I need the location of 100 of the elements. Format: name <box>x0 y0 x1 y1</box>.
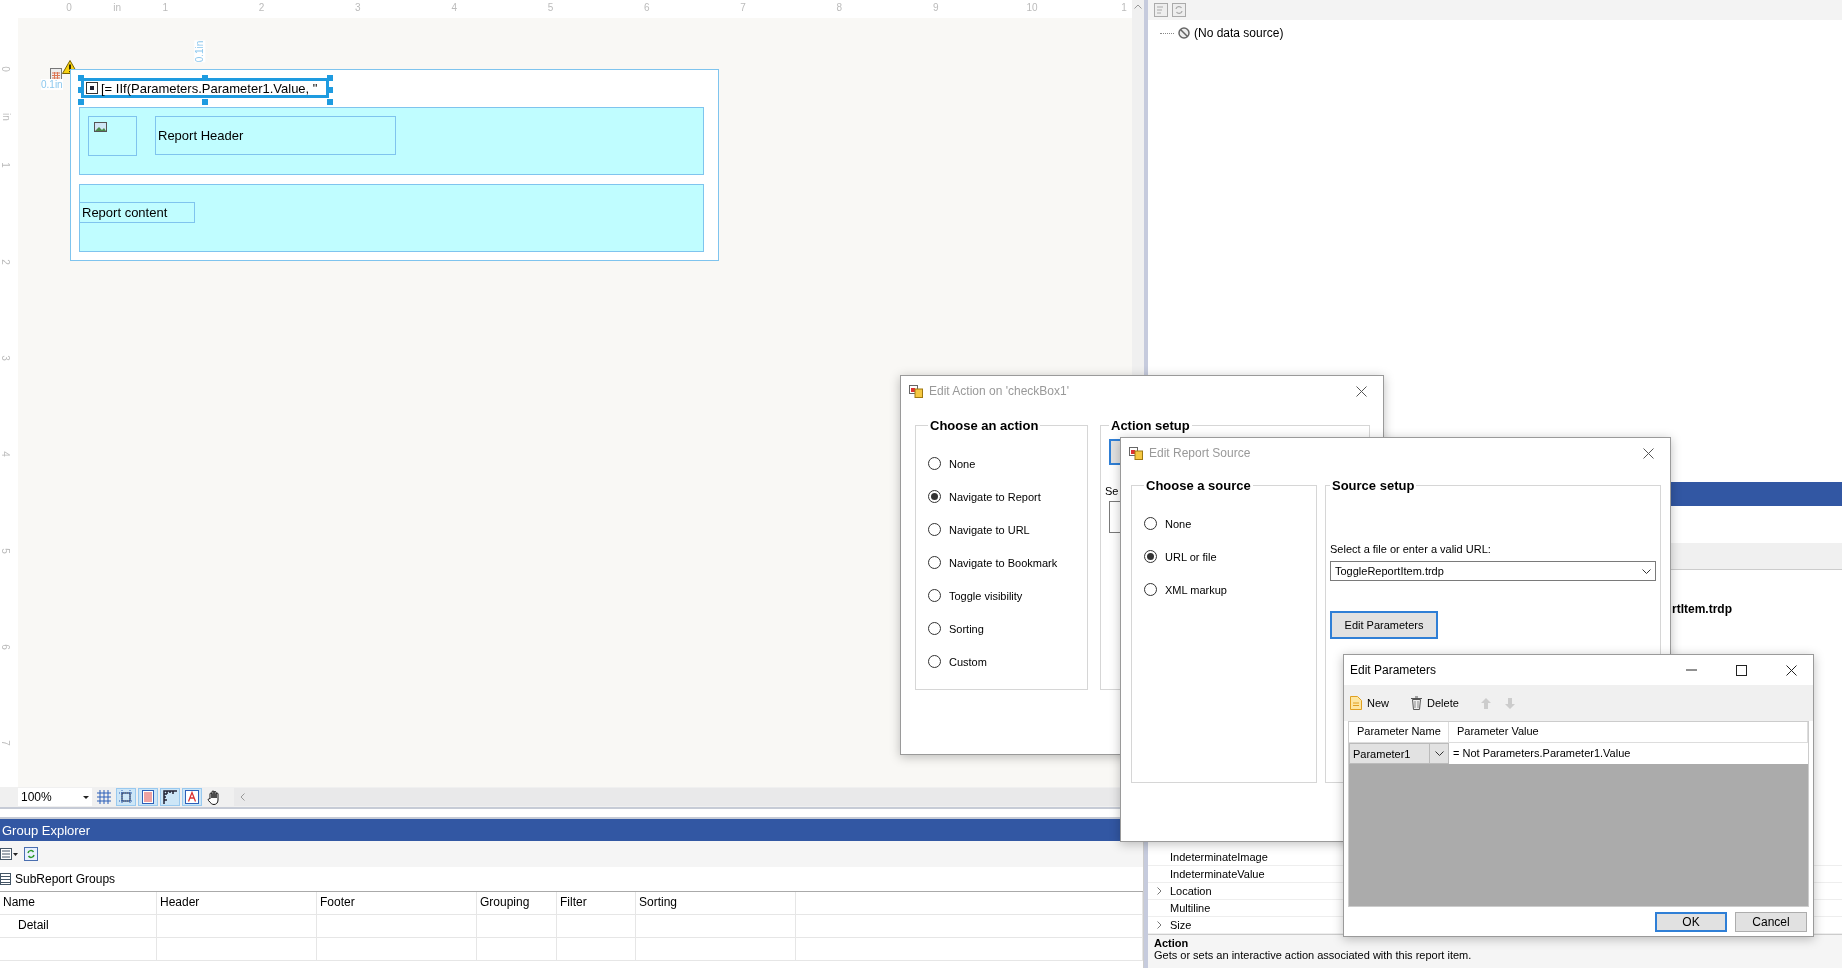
radio-option[interactable]: Navigate to Bookmark <box>928 556 1075 569</box>
ruler-label: 7 <box>0 740 12 746</box>
toolbar-toggle[interactable] <box>94 788 114 806</box>
resize-handle[interactable] <box>202 75 208 81</box>
ruler-label: 3 <box>355 2 361 13</box>
ruler-icon <box>163 790 177 804</box>
trash-icon <box>1411 696 1422 710</box>
ruler-label: 0 <box>66 2 72 13</box>
ruler-label: 5 <box>0 547 12 554</box>
dialog-title: Edit Action on 'checkBox1' <box>929 384 1070 398</box>
tree-item[interactable]: (No data source) <box>1194 26 1284 40</box>
chevron-down-icon <box>1434 751 1444 756</box>
property-value: rtItem.trdp <box>1672 601 1732 616</box>
ruler-label: 10 <box>1026 2 1038 13</box>
column-header[interactable]: Filter <box>557 892 636 914</box>
radio-option[interactable]: Sorting <box>928 622 1075 635</box>
edit-icon[interactable] <box>1154 3 1168 17</box>
parameter-name-dropdown[interactable]: Parameter1 <box>1349 743 1449 764</box>
calculator-icon <box>50 68 62 80</box>
toolbar-toggle[interactable] <box>116 788 136 806</box>
dialog-button[interactable]: Cancel <box>1735 912 1807 932</box>
ruler-label: 9 <box>932 2 939 13</box>
image-icon <box>94 122 107 132</box>
list-view-icon[interactable] <box>0 848 18 860</box>
snap-icon <box>119 790 133 804</box>
close-icon[interactable] <box>1355 385 1367 397</box>
resize-handle[interactable] <box>202 99 208 105</box>
chevron-down-icon <box>1642 568 1651 574</box>
column-header[interactable]: Header <box>157 892 317 914</box>
radio-option[interactable]: Toggle visibility <box>928 589 1075 602</box>
app-icon <box>1129 446 1143 460</box>
group-title: Source setup <box>1331 478 1416 493</box>
dialog-button[interactable]: OK <box>1655 912 1727 932</box>
property-name[interactable]: IndeterminateValue <box>1170 868 1265 880</box>
app-icon <box>909 384 923 398</box>
close-icon[interactable] <box>1785 664 1797 676</box>
column-header[interactable]: Sorting <box>636 892 796 914</box>
property-name[interactable]: Location <box>1170 885 1212 897</box>
radio-option[interactable]: XML markup <box>1144 583 1304 596</box>
description-title: Action <box>1154 937 1190 949</box>
dialog-title: Edit Report Source <box>1149 446 1252 460</box>
radio-option[interactable]: Navigate to Report <box>928 490 1075 503</box>
hand-icon <box>207 789 221 805</box>
property-name[interactable]: Size <box>1170 919 1192 931</box>
column-header[interactable]: Footer <box>317 892 477 914</box>
ruler-label: 1 <box>0 162 12 169</box>
refresh-icon[interactable] <box>1172 3 1186 17</box>
ruler-label: 0 <box>0 66 12 72</box>
group-title: Choose a source <box>1145 478 1252 493</box>
radio-option[interactable]: None <box>928 457 1075 470</box>
font-icon <box>185 790 199 804</box>
report-content-textbox[interactable]: Report content <box>79 202 195 223</box>
toolbar-toggle[interactable] <box>160 788 180 806</box>
url-dropdown[interactable]: ToggleReportItem.trdp <box>1330 561 1656 581</box>
dialog-title: Edit Parameters <box>1350 663 1438 677</box>
zoom-dropdown[interactable]: 100% <box>18 788 92 806</box>
property-name[interactable]: Multiline <box>1170 902 1211 914</box>
ruler-label: 1 <box>1121 2 1127 13</box>
ruler-label: 8 <box>836 2 843 13</box>
report-header-textbox[interactable]: Report Header <box>155 116 396 155</box>
chevron-icon[interactable] <box>1156 921 1162 929</box>
toolbar-toggle[interactable] <box>182 788 202 806</box>
page-icon <box>142 790 154 804</box>
radio-option[interactable]: Navigate to URL <box>928 523 1075 536</box>
ruler-label: 5 <box>547 2 554 13</box>
tree-root-label[interactable]: SubReport Groups <box>15 872 116 886</box>
toolbar-button[interactable]: Delete <box>1411 696 1459 710</box>
scroll-left-icon[interactable] <box>240 793 245 801</box>
ruler-label: 6 <box>0 644 12 650</box>
scroll-up-icon[interactable] <box>1134 4 1142 9</box>
chevron-icon[interactable] <box>1156 887 1162 895</box>
column-header[interactable]: Grouping <box>477 892 557 914</box>
table-cell: Detail <box>0 915 157 937</box>
checkbox-item[interactable]: [= IIf(Parameters.Parameter1.Value, " <box>81 78 329 98</box>
ruler-label: 3 <box>0 355 12 361</box>
toolbar-button[interactable]: New <box>1350 696 1389 710</box>
field-label: Se <box>1105 485 1119 497</box>
ruler-label: 2 <box>258 2 265 13</box>
radio-option[interactable]: Custom <box>928 655 1075 668</box>
property-name[interactable]: IndeterminateImage <box>1170 851 1268 863</box>
ruler-label: in <box>1 113 13 122</box>
ruler-label: in <box>113 2 122 13</box>
group-title: Choose an action <box>929 418 1040 433</box>
edit-parameters-button[interactable]: Edit Parameters <box>1330 611 1438 639</box>
close-icon[interactable] <box>1642 447 1654 459</box>
ruler-label: 1 <box>162 2 169 13</box>
margin-label: 0.1in <box>194 40 206 63</box>
ruler-label: 4 <box>451 2 457 13</box>
parameter-value-field[interactable]: = Not Parameters.Parameter1.Value <box>1449 743 1808 764</box>
ruler-label: 6 <box>644 2 650 13</box>
column-header[interactable]: Name <box>0 892 157 914</box>
minimize-icon[interactable] <box>1685 669 1697 671</box>
radio-option[interactable]: URL or file <box>1144 550 1304 563</box>
dropdown-icon <box>83 795 89 799</box>
radio-option[interactable]: None <box>1144 517 1304 530</box>
refresh-icon[interactable] <box>24 847 38 861</box>
ruler-label: 2 <box>0 258 12 265</box>
description-text: Gets or sets an interactive action associated with this report item. <box>1154 949 1473 961</box>
toolbar-toggle[interactable] <box>138 788 158 806</box>
maximize-icon[interactable] <box>1735 664 1747 676</box>
